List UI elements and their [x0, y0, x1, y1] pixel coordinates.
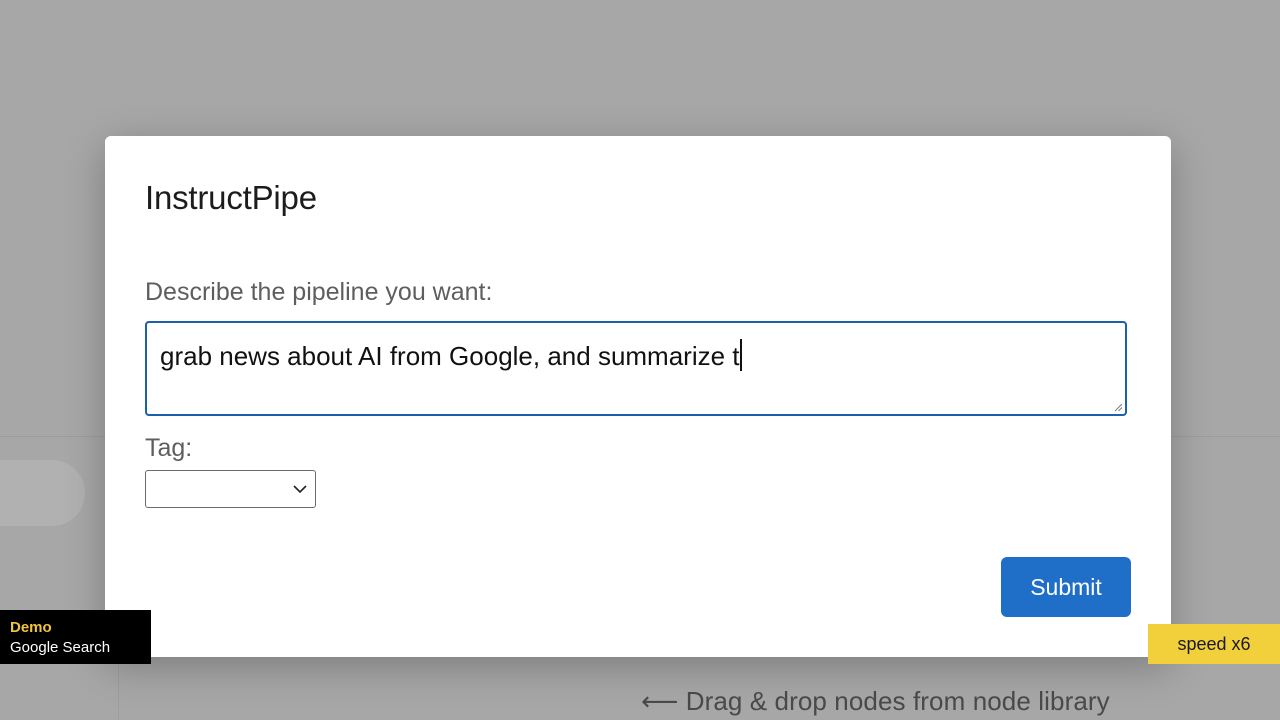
drag-drop-hint: ⟵ Drag & drop nodes from node library	[641, 686, 1110, 716]
text-caret	[739, 339, 742, 371]
background-panel-edge	[118, 657, 119, 720]
submit-button[interactable]: Submit	[1001, 557, 1131, 617]
chevron-down-icon	[293, 485, 307, 494]
prompt-label: Describe the pipeline you want:	[145, 278, 493, 306]
background-node-pill	[0, 460, 85, 526]
pipeline-description-text: grab news about AI from Google, and summ…	[160, 341, 740, 371]
tag-label: Tag:	[145, 434, 193, 462]
demo-badge: Demo Google Search	[0, 610, 151, 664]
instructpipe-dialog: InstructPipe Describe the pipeline you w…	[105, 136, 1171, 657]
demo-badge-title: Demo	[10, 619, 52, 636]
demo-badge-subtitle: Google Search	[10, 639, 111, 656]
tag-select[interactable]	[145, 470, 316, 508]
pipeline-description-input[interactable]: grab news about AI from Google, and summ…	[145, 321, 1127, 416]
dialog-title: InstructPipe	[145, 179, 317, 216]
speed-badge: speed x6	[1148, 624, 1280, 664]
resize-grip-icon[interactable]	[1114, 403, 1123, 412]
